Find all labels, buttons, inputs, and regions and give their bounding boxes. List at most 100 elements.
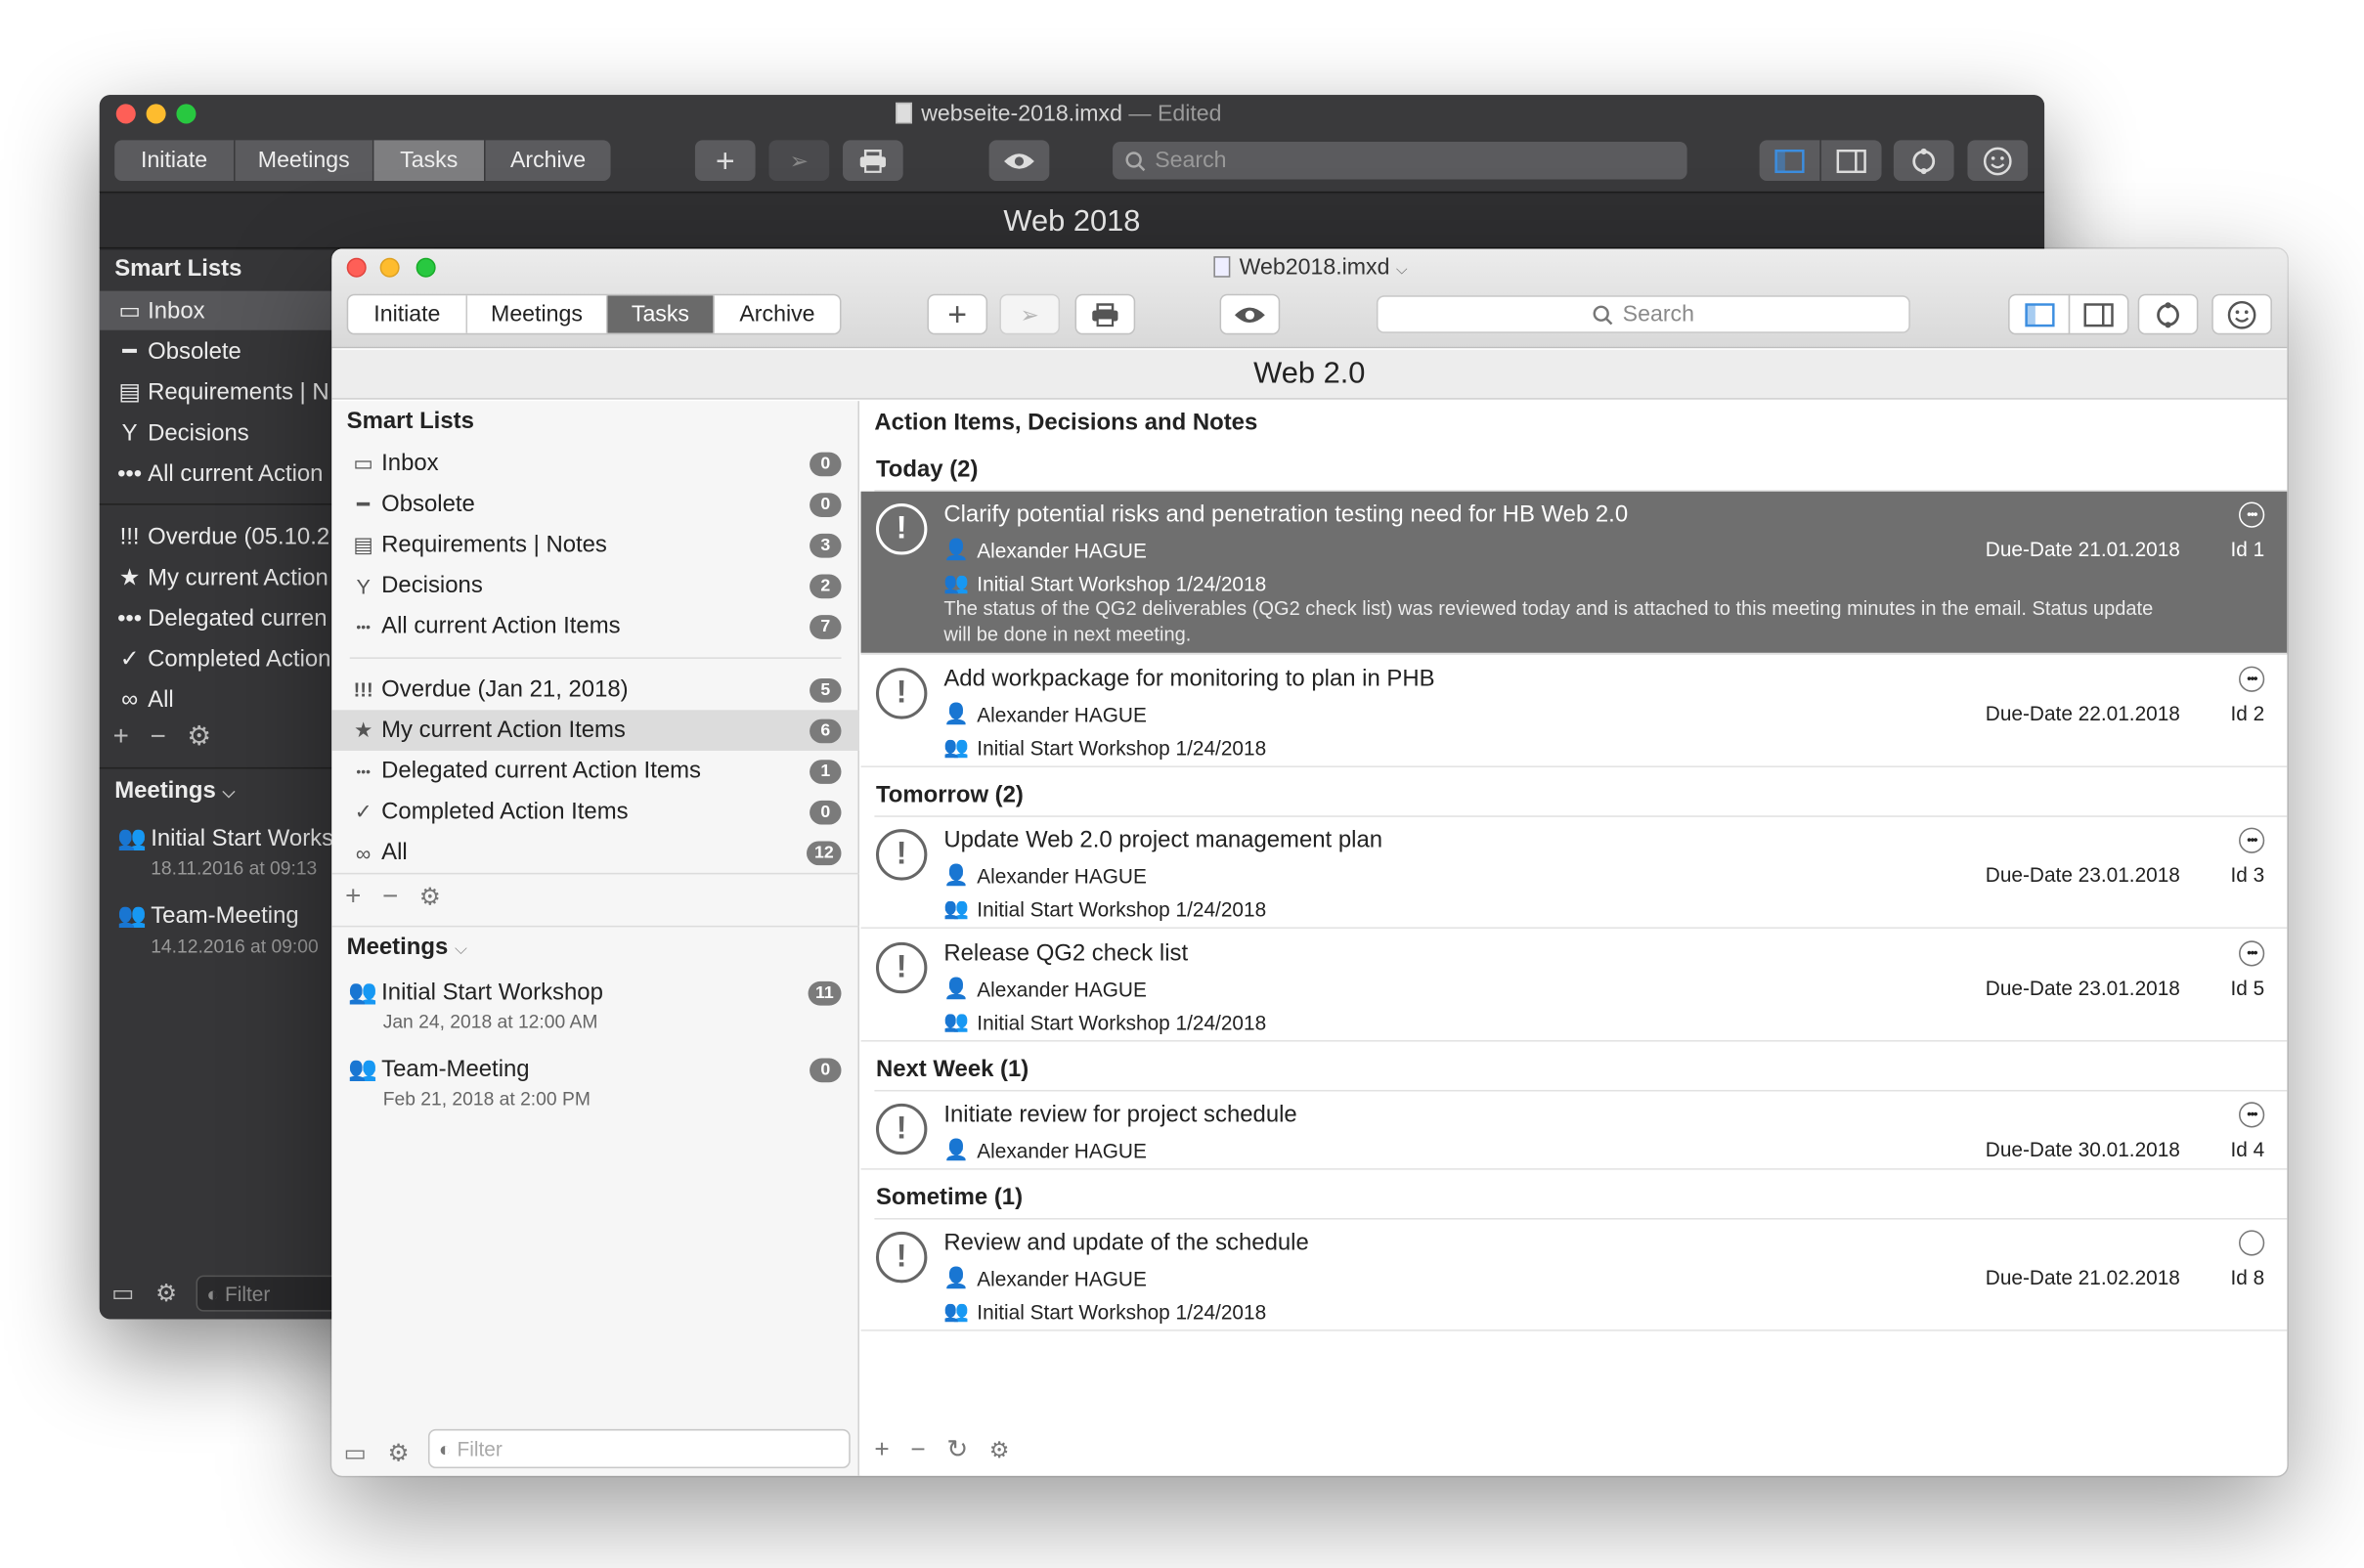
back-filter-overdue[interactable]: !!! Overdue (05.10.2 (111, 517, 330, 558)
sidebar-item-label: Obsolete (381, 490, 475, 517)
back-preview-button[interactable] (988, 140, 1050, 182)
gear-icon[interactable]: ⚙ (187, 720, 211, 752)
back-send-button[interactable]: ➢ (768, 140, 830, 182)
more-options-icon[interactable]: ••• (2239, 501, 2265, 528)
sidebar-item-my-current-action-items[interactable]: ★ My current Action Items 6 (331, 710, 859, 751)
sidebar-item-label: Completed Action Items (381, 798, 629, 824)
back-tab-tasks[interactable]: Tasks (373, 140, 485, 182)
back-sidebar-toggle[interactable] (1759, 140, 1820, 182)
refresh-icon[interactable]: ↻ (946, 1435, 968, 1465)
back-zoom-button[interactable] (176, 104, 197, 124)
back-filter-field[interactable]: ◐ Filter (196, 1275, 347, 1312)
back-meeting-name: Team-Meeting (151, 902, 299, 929)
more-options-icon[interactable]: ••• (2239, 666, 2265, 692)
tab-archive[interactable]: Archive (713, 295, 840, 333)
sidebar-item-delegated-current-action-items[interactable]: ••• Delegated current Action Items 1 (331, 751, 859, 792)
back-tab-meetings[interactable]: Meetings (236, 140, 374, 182)
back-minimize-button[interactable] (146, 104, 166, 124)
tab-initiate[interactable]: Initiate (348, 295, 468, 333)
feedback-button[interactable] (2211, 293, 2272, 335)
task-meeting-text: Initial Start Workshop 1/24/2018 (977, 1010, 1267, 1034)
chevron-down-icon[interactable]: ⌵ (222, 784, 235, 803)
back-filter-my-current[interactable]: ★ My current Action (111, 558, 328, 599)
plus-icon[interactable]: + (113, 720, 129, 752)
window-title[interactable]: Web2018.imxd ⌵ (1213, 255, 1408, 281)
plus-icon[interactable]: + (874, 1435, 889, 1465)
archive-box-icon[interactable]: ▭ (344, 1438, 367, 1468)
decision-icon: Y (121, 419, 138, 446)
group-header: Today (2) (875, 457, 979, 483)
minimize-button[interactable] (379, 257, 400, 278)
archive-box-icon[interactable]: ▭ (111, 1279, 134, 1309)
back-sync-button[interactable] (1893, 140, 1954, 182)
minus-icon[interactable]: − (150, 720, 165, 752)
back-filter-completed[interactable]: ✓ Completed Action (111, 639, 331, 680)
gear-icon[interactable]: ⚙ (388, 1438, 410, 1468)
back-list-inbox[interactable]: ▭ Inbox (111, 291, 204, 332)
minus-icon[interactable]: − (910, 1435, 925, 1465)
minus-icon[interactable]: − (382, 881, 398, 912)
sidebar-item-decisions[interactable]: Y Decisions 2 (331, 565, 859, 606)
back-tab-archive[interactable]: Archive (484, 140, 611, 182)
tab-meetings[interactable]: Meetings (467, 295, 608, 333)
sidebar-item-all[interactable]: ∞ All 12 (331, 832, 859, 873)
sidebar-item-inbox[interactable]: ▭ Inbox 0 (331, 443, 859, 484)
tab-bar: Initiate Meetings Tasks Archive (346, 293, 842, 335)
task-meeting-text: Initial Start Workshop 1/24/2018 (977, 897, 1267, 921)
back-list-all-current[interactable]: ••• All current Action (111, 454, 323, 495)
back-search-field[interactable]: Search (1113, 141, 1687, 180)
sidebar-item-obsolete[interactable]: ━ Obsolete 0 (331, 484, 859, 525)
count-badge: 7 (810, 614, 842, 639)
sync-button[interactable] (2137, 293, 2199, 335)
meetings-title-text: Meetings (346, 935, 449, 961)
sidebar-item-overdue-jan-21-2018[interactable]: !!! Overdue (Jan 21, 2018) 5 (331, 670, 859, 711)
back-list-requirements[interactable]: ▤ Requirements | N (111, 372, 329, 414)
filter-field[interactable]: ◐ Filter (427, 1428, 851, 1469)
back-feedback-button[interactable] (1967, 140, 2029, 182)
meeting-item[interactable]: 👥 Team-Meeting Feb 21, 2018 at 2:00 PM 0 (331, 1055, 859, 1121)
task-item[interactable]: ! Release QG2 check list 👤 Alexander HAGUE 👥… (860, 930, 2288, 1042)
sidebar-item-requirements-notes[interactable]: ▤ Requirements | Notes 3 (331, 525, 859, 566)
add-button[interactable]: + (927, 293, 988, 335)
gear-icon[interactable]: ⚙ (155, 1279, 177, 1309)
back-meeting-item[interactable]: 👥 Team-Meeting (117, 901, 298, 930)
back-list-decisions[interactable]: Y Decisions (111, 414, 249, 455)
gear-icon[interactable]: ⚙ (989, 1437, 1010, 1463)
sidebar-toggle[interactable] (2008, 293, 2071, 335)
more-options-icon[interactable]: ••• (2239, 1102, 2265, 1128)
back-meeting-item[interactable]: 👥 Initial Start Works (117, 825, 333, 853)
back-print-button[interactable] (843, 140, 903, 182)
task-id: Id 3 (2230, 863, 2265, 887)
print-button[interactable] (1074, 293, 1136, 335)
meeting-date: Jan 24, 2018 at 12:00 AM (382, 1011, 598, 1033)
sidebar-item-all-current-action-items[interactable]: ••• All current Action Items 7 (331, 606, 859, 647)
task-item[interactable]: ! Clarify potential risks and penetration… (860, 491, 2288, 655)
task-owner-text: Alexander HAGUE (977, 539, 1147, 562)
zoom-button[interactable] (416, 257, 436, 278)
more-options-icon[interactable]: ••• (2239, 827, 2265, 853)
status-circle-icon[interactable] (2239, 1230, 2265, 1256)
meetings-title[interactable]: Meetings ⌵ (347, 935, 467, 962)
back-close-button[interactable] (115, 104, 136, 124)
more-options-icon[interactable]: ••• (2239, 940, 2265, 967)
back-list-obsolete[interactable]: ━ Obsolete (111, 331, 241, 372)
task-item[interactable]: ! Initiate review for project schedule 👤 Al… (860, 1091, 2288, 1170)
search-field[interactable]: Search (1376, 295, 1910, 333)
plus-icon[interactable]: + (345, 881, 361, 912)
gear-icon[interactable]: ⚙ (419, 881, 441, 911)
task-item[interactable]: ! Review and update of the schedule 👤 Alexa… (860, 1220, 2288, 1331)
back-filter-delegated[interactable]: ••• Delegated curren (111, 598, 327, 639)
back-inspector-toggle[interactable] (1820, 140, 1882, 182)
back-add-button[interactable]: + (694, 140, 756, 182)
back-filter-all[interactable]: ∞ All (111, 679, 174, 720)
back-tab-initiate[interactable]: Initiate (114, 140, 236, 182)
meeting-item[interactable]: 👥 Initial Start Workshop Jan 24, 2018 at 1… (331, 979, 859, 1045)
task-item[interactable]: ! Update Web 2.0 project management plan 👤… (860, 817, 2288, 929)
inspector-toggle[interactable] (2068, 293, 2129, 335)
send-button[interactable]: ➢ (999, 293, 1061, 335)
sidebar-item-completed-action-items[interactable]: ✓ Completed Action Items 0 (331, 792, 859, 833)
task-item[interactable]: ! Add workpackage for monitoring to plan … (860, 656, 2288, 767)
preview-button[interactable] (1219, 293, 1281, 335)
tab-tasks[interactable]: Tasks (607, 295, 714, 333)
close-button[interactable] (346, 257, 367, 278)
